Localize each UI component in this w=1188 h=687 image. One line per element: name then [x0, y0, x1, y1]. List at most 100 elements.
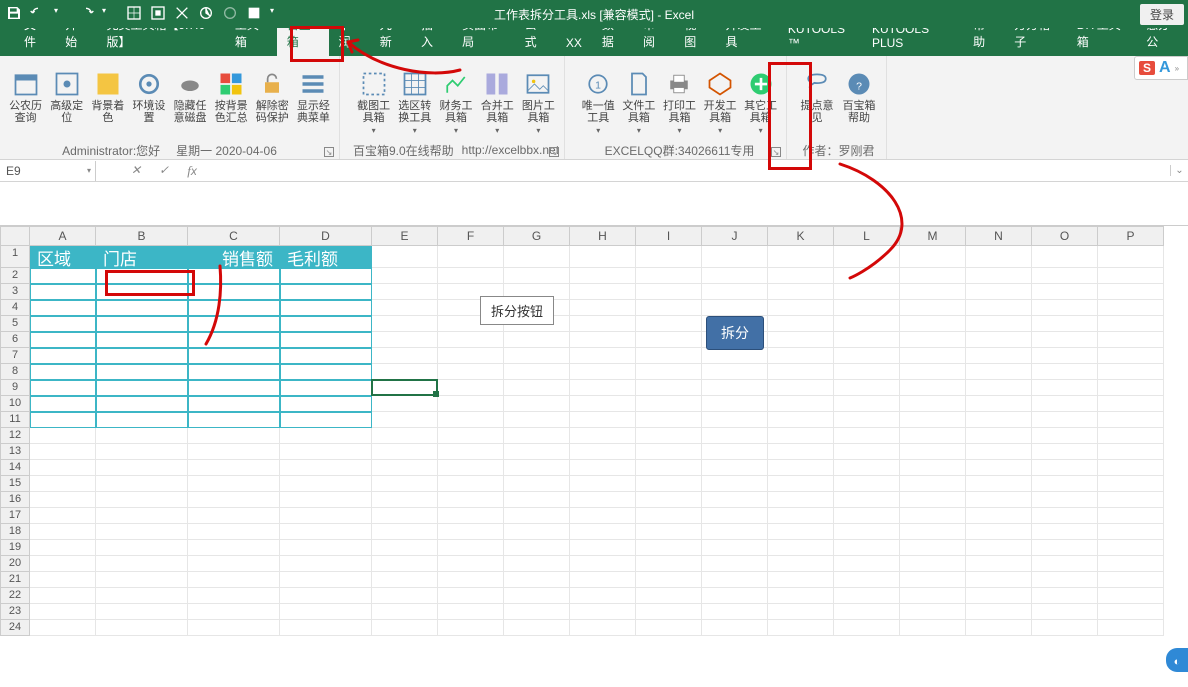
col-header-i[interactable]: I — [636, 226, 702, 246]
cell-region[interactable] — [188, 364, 280, 380]
cell-region[interactable] — [96, 316, 188, 332]
cell-region[interactable] — [30, 316, 96, 332]
cell-region[interactable] — [188, 300, 280, 316]
btn-unique-tools[interactable]: 1唯一值工具▾ — [579, 68, 618, 137]
row-header-16[interactable]: 16 — [0, 492, 30, 508]
cell-region[interactable] — [188, 268, 280, 284]
cell-region[interactable] — [188, 284, 280, 300]
cells-area[interactable]: 区域 门店 销售额 毛利额 — [30, 246, 1188, 636]
row-header-12[interactable]: 12 — [0, 428, 30, 444]
qat-pie-icon[interactable] — [198, 5, 214, 24]
cell-region[interactable] — [188, 412, 280, 428]
cell-region[interactable] — [96, 332, 188, 348]
cell-region[interactable] — [188, 348, 280, 364]
cell-region[interactable] — [30, 396, 96, 412]
row-header-13[interactable]: 13 — [0, 444, 30, 460]
cell-region[interactable] — [96, 412, 188, 428]
qat-custom-icon-2[interactable] — [150, 5, 166, 24]
row-header-22[interactable]: 22 — [0, 588, 30, 604]
cell-region[interactable] — [30, 332, 96, 348]
col-header-g[interactable]: G — [504, 226, 570, 246]
btn-print-tools[interactable]: 打印工具箱▾ — [660, 68, 699, 137]
cell-region[interactable] — [96, 268, 188, 284]
name-box-dropdown-icon[interactable]: ▾ — [87, 166, 91, 175]
btn-other-tools[interactable]: 其它工具箱▾ — [741, 68, 780, 137]
btn-file-tools[interactable]: 文件工具箱▾ — [620, 68, 659, 137]
name-box[interactable]: E9 ▾ — [0, 161, 96, 181]
cell-region[interactable] — [280, 268, 372, 284]
row-header-21[interactable]: 21 — [0, 572, 30, 588]
ime-indicator[interactable]: S A » — [1134, 56, 1188, 80]
cell-region[interactable] — [188, 316, 280, 332]
cell-region[interactable] — [96, 380, 188, 396]
qat-more-dropdown-icon[interactable]: ▾ — [270, 6, 286, 22]
cell-region[interactable] — [96, 300, 188, 316]
btn-help[interactable]: ?百宝箱帮助 — [839, 68, 879, 126]
row-header-19[interactable]: 19 — [0, 540, 30, 556]
cell-region[interactable] — [280, 412, 372, 428]
shape-split-label[interactable]: 拆分按钮 — [480, 296, 554, 325]
group1-dialog-launcher[interactable]: ↘ — [324, 147, 334, 157]
cell-region[interactable] — [96, 396, 188, 412]
col-header-c[interactable]: C — [188, 226, 280, 246]
col-header-d[interactable]: D — [280, 226, 372, 246]
col-header-k[interactable]: K — [768, 226, 834, 246]
shape-split-button[interactable]: 拆分 — [706, 316, 764, 350]
btn-bgcolor[interactable]: 背景着色 — [88, 68, 127, 126]
col-header-f[interactable]: F — [438, 226, 504, 246]
btn-calendar[interactable]: 公农历查询 — [6, 68, 45, 126]
cell-region[interactable] — [280, 364, 372, 380]
cell-region[interactable] — [280, 284, 372, 300]
save-icon[interactable] — [6, 5, 22, 24]
btn-finance-tools[interactable]: 财务工具箱▾ — [436, 68, 475, 137]
btn-merge-tools[interactable]: 合并工具箱▾ — [478, 68, 517, 137]
btn-feedback[interactable]: 提点意见 — [797, 68, 837, 126]
qat-custom-icon-4[interactable] — [222, 5, 238, 24]
fx-icon[interactable]: fx — [178, 161, 206, 181]
cell-region[interactable] — [280, 332, 372, 348]
col-header-e[interactable]: E — [372, 226, 438, 246]
btn-sumbycolor[interactable]: 按背景色汇总 — [212, 68, 251, 126]
cell-c1[interactable]: 销售额 — [188, 246, 280, 268]
cell-region[interactable] — [188, 396, 280, 412]
row-header-9[interactable]: 9 — [0, 380, 30, 396]
row-header-17[interactable]: 17 — [0, 508, 30, 524]
row-header-10[interactable]: 10 — [0, 396, 30, 412]
col-header-h[interactable]: H — [570, 226, 636, 246]
side-circle-button[interactable]: ◐ — [1166, 648, 1188, 672]
btn-env[interactable]: 环境设置 — [129, 68, 168, 126]
btn-hide-disk[interactable]: 隐藏任意磁盘 — [171, 68, 210, 126]
row-header-11[interactable]: 11 — [0, 412, 30, 428]
cell-d1[interactable]: 毛利额 — [280, 246, 372, 268]
cell-region[interactable] — [30, 284, 96, 300]
cell-a1[interactable]: 区域 — [30, 246, 96, 268]
login-button[interactable]: 登录 — [1140, 4, 1184, 25]
row-header-7[interactable]: 7 — [0, 348, 30, 364]
cell-region[interactable] — [30, 268, 96, 284]
col-header-n[interactable]: N — [966, 226, 1032, 246]
cell-region[interactable] — [96, 284, 188, 300]
qat-custom-icon-3[interactable] — [174, 5, 190, 24]
btn-image-tools[interactable]: 图片工具箱▾ — [519, 68, 558, 137]
cell-region[interactable] — [280, 316, 372, 332]
row-header-24[interactable]: 24 — [0, 620, 30, 636]
row-header-2[interactable]: 2 — [0, 268, 30, 284]
cell-region[interactable] — [30, 364, 96, 380]
cell-region[interactable] — [96, 348, 188, 364]
cell-region[interactable] — [280, 396, 372, 412]
group2-dialog-launcher[interactable]: ↘ — [549, 147, 559, 157]
btn-classicmenu[interactable]: 显示经典菜单 — [294, 68, 333, 126]
col-header-o[interactable]: O — [1032, 226, 1098, 246]
row-header-14[interactable]: 14 — [0, 460, 30, 476]
col-header-b[interactable]: B — [96, 226, 188, 246]
row-header-5[interactable]: 5 — [0, 316, 30, 332]
col-header-p[interactable]: P — [1098, 226, 1164, 246]
redo-dropdown-icon[interactable]: ▾ — [102, 6, 118, 22]
row-header-1[interactable]: 1 — [0, 246, 30, 268]
cell-region[interactable] — [30, 300, 96, 316]
btn-locate[interactable]: 高级定位 — [47, 68, 86, 126]
col-header-j[interactable]: J — [702, 226, 768, 246]
undo-icon[interactable] — [30, 5, 46, 24]
row-header-15[interactable]: 15 — [0, 476, 30, 492]
group3-dialog-launcher[interactable]: ↘ — [771, 147, 781, 157]
